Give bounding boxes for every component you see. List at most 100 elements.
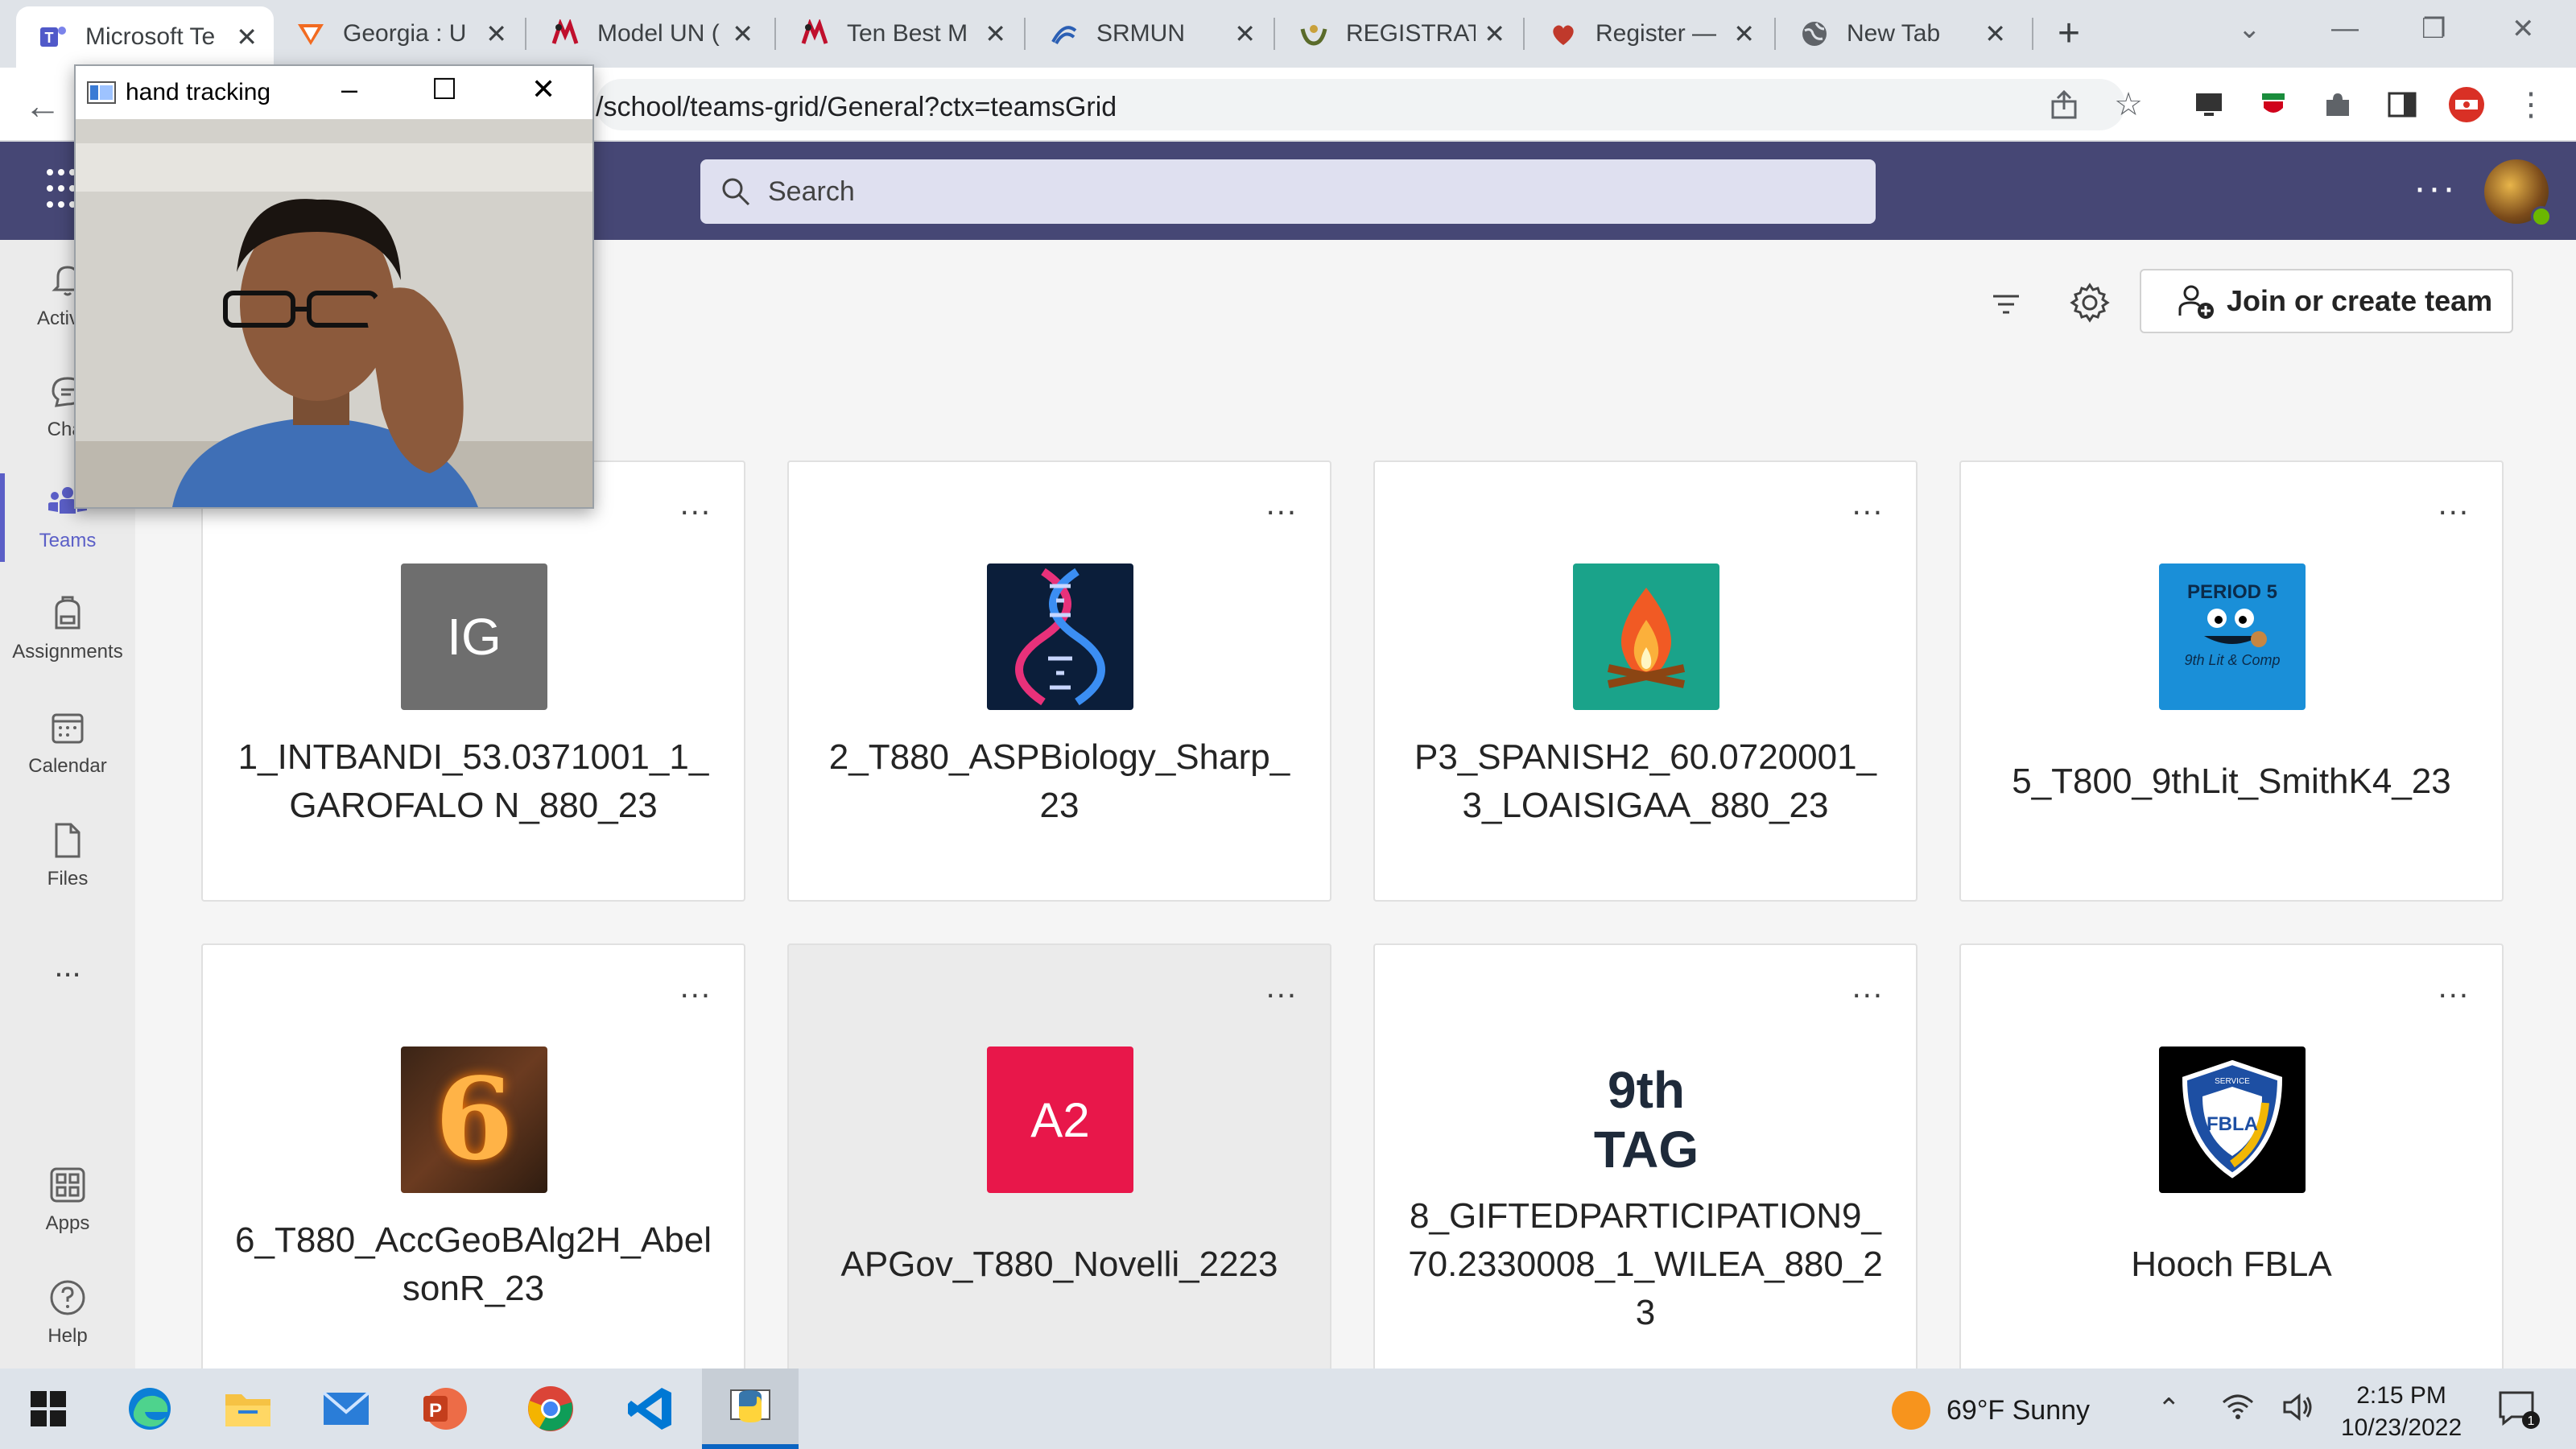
tab-separator bbox=[1774, 18, 1776, 50]
share-icon[interactable] bbox=[2045, 85, 2083, 124]
file-icon bbox=[55, 823, 80, 858]
search-input[interactable]: Search bbox=[700, 159, 1876, 224]
file-explorer-icon[interactable] bbox=[222, 1383, 274, 1435]
rail-item-assignments[interactable]: Assignments bbox=[0, 592, 135, 663]
tab-search-chevron-icon[interactable]: ⌄ bbox=[2238, 13, 2261, 45]
url-text: /school/teams-grid/General?ctx=teamsGrid bbox=[596, 92, 1117, 122]
rail-label: Apps bbox=[45, 1212, 90, 1234]
new-tab-button[interactable]: + bbox=[2058, 14, 2080, 53]
puzzle-extensions-icon[interactable] bbox=[2318, 85, 2357, 124]
close-icon[interactable]: ✕ bbox=[1484, 19, 1505, 49]
weather-widget[interactable]: 69°F Sunny bbox=[1892, 1391, 2090, 1430]
gear-icon[interactable] bbox=[2067, 280, 2112, 325]
close-icon[interactable]: ✕ bbox=[985, 19, 1006, 49]
team-name: 6_T880_AccGeoBAlg2H_AbelsonR_23 bbox=[235, 1220, 712, 1308]
rail-item-files[interactable]: Files bbox=[0, 819, 135, 890]
more-options-icon[interactable]: ... bbox=[2438, 969, 2470, 1005]
srmun-favicon bbox=[1050, 19, 1079, 48]
team-logo-initials: IG bbox=[447, 608, 502, 666]
team-card[interactable]: ... FBLA SERVICE Hooch FBLA bbox=[1959, 943, 2504, 1385]
settings-more-icon[interactable]: ··· bbox=[2413, 166, 2457, 210]
browser-menu-icon[interactable]: ⋮ bbox=[2512, 85, 2550, 124]
powerpoint-icon[interactable]: P bbox=[419, 1383, 470, 1435]
close-button[interactable]: ✕ bbox=[531, 72, 555, 106]
tab-label: Microsoft Te bbox=[85, 23, 216, 50]
python-app-icon[interactable] bbox=[702, 1368, 799, 1449]
team-card[interactable]: ... 9th TAG 8_GIFTEDPARTICIPATION9_70.23… bbox=[1373, 943, 1918, 1385]
restore-window-button[interactable]: ❐ bbox=[2421, 13, 2446, 45]
team-card[interactable]: ... IG 1_INTBANDI_53.0371001_1_GAROFALO … bbox=[201, 460, 745, 902]
team-name: 8_GIFTEDPARTICIPATION9_70.2330008_1_WILE… bbox=[1408, 1196, 1883, 1332]
profile-avatar-icon[interactable] bbox=[2447, 85, 2486, 124]
wifi-icon[interactable] bbox=[2222, 1393, 2254, 1429]
back-arrow-icon[interactable]: ← bbox=[24, 84, 61, 127]
more-options-icon[interactable]: ... bbox=[1266, 969, 1298, 1005]
tab-new-tab[interactable]: New Tab ✕ bbox=[1777, 8, 2022, 60]
join-or-create-team-button[interactable]: Join or create team bbox=[2140, 269, 2513, 333]
system-clock[interactable]: 2:15 PM 10/23/2022 bbox=[2341, 1380, 2462, 1444]
hand-tracking-window[interactable]: hand tracking – ☐ ✕ bbox=[74, 64, 594, 509]
tab-register[interactable]: Register — ✕ bbox=[1526, 8, 1771, 60]
screen-extension-icon[interactable] bbox=[2190, 85, 2228, 124]
vscode-icon[interactable] bbox=[625, 1383, 676, 1435]
tab-registration[interactable]: REGISTRAT ✕ bbox=[1277, 8, 1521, 60]
team-card[interactable]: ... PERIOD 5 9th Lit & Comp 5_T800_9thLi… bbox=[1959, 460, 2504, 902]
window-titlebar[interactable]: hand tracking bbox=[76, 66, 592, 119]
volume-icon[interactable] bbox=[2281, 1393, 2314, 1429]
globe-icon bbox=[1800, 19, 1829, 48]
fbla-service-text: SERVICE bbox=[2215, 1077, 2250, 1086]
tab-microsoft-teams[interactable]: T Microsoft Te ✕ bbox=[16, 6, 274, 68]
more-options-icon[interactable]: ... bbox=[2438, 486, 2470, 522]
close-icon[interactable]: ✕ bbox=[1733, 19, 1755, 49]
team-name: 1_INTBANDI_53.0371001_1_GAROFALO N_880_2… bbox=[237, 737, 709, 825]
fbla-text: FBLA bbox=[2207, 1113, 2258, 1135]
edge-icon[interactable] bbox=[124, 1383, 175, 1435]
team-logo: 6 bbox=[401, 1046, 547, 1193]
rail-item-calendar[interactable]: Calendar bbox=[0, 707, 135, 778]
close-icon[interactable]: ✕ bbox=[485, 19, 507, 49]
notification-count: 1 bbox=[2528, 1414, 2535, 1428]
minimize-window-button[interactable]: — bbox=[2331, 13, 2359, 44]
team-logo-text: 9th bbox=[1608, 1061, 1685, 1119]
tab-georgia[interactable]: Georgia : U ✕ bbox=[274, 8, 523, 60]
mail-icon[interactable] bbox=[320, 1383, 372, 1435]
registration-favicon bbox=[1299, 19, 1328, 48]
bookmark-star-icon[interactable]: ☆ bbox=[2109, 85, 2148, 124]
address-bar[interactable]: /school/teams-grid/General?ctx=teamsGrid bbox=[596, 79, 2125, 130]
more-apps-icon[interactable]: ... bbox=[0, 948, 135, 985]
search-icon bbox=[722, 178, 750, 206]
filter-icon[interactable] bbox=[1988, 287, 2024, 322]
close-icon[interactable]: ✕ bbox=[1984, 19, 2006, 49]
tab-srmun[interactable]: SRMUN ✕ bbox=[1027, 8, 1272, 60]
side-panel-icon[interactable] bbox=[2383, 85, 2421, 124]
notification-center-icon[interactable]: 1 bbox=[2496, 1386, 2541, 1439]
close-window-button[interactable]: ✕ bbox=[2512, 13, 2535, 45]
close-icon[interactable]: ✕ bbox=[236, 22, 258, 52]
more-options-icon[interactable]: ... bbox=[1852, 486, 1884, 522]
more-options-icon[interactable]: ... bbox=[1852, 969, 1884, 1005]
close-icon[interactable]: ✕ bbox=[1234, 19, 1256, 49]
minimize-button[interactable]: – bbox=[341, 72, 357, 106]
chevron-up-icon[interactable]: ⌃ bbox=[2157, 1393, 2181, 1425]
app-launcher-icon[interactable] bbox=[47, 169, 76, 213]
shield-extension-icon[interactable] bbox=[2254, 85, 2293, 124]
tab-label: Register — bbox=[1596, 20, 1717, 47]
team-card[interactable]: ... 2_T880_ASPBiology_Sharp_23 bbox=[787, 460, 1331, 902]
svg-text:T: T bbox=[45, 30, 54, 46]
team-card[interactable]: ... A2 APGov_T880_Novelli_2223 bbox=[787, 943, 1331, 1385]
more-options-icon[interactable]: ... bbox=[1266, 486, 1298, 522]
rail-item-help[interactable]: Help bbox=[0, 1277, 135, 1348]
more-options-icon[interactable]: ... bbox=[680, 969, 712, 1005]
chrome-icon[interactable] bbox=[525, 1383, 576, 1435]
georgia-favicon bbox=[296, 19, 325, 48]
windows-start-icon[interactable] bbox=[23, 1383, 74, 1435]
team-card[interactable]: ... 6 6_T880_AccGeoBAlg2H_AbelsonR_23 bbox=[201, 943, 745, 1385]
more-options-icon[interactable]: ... bbox=[680, 486, 712, 522]
tab-ten-best[interactable]: Ten Best M ✕ bbox=[778, 8, 1022, 60]
close-icon[interactable]: ✕ bbox=[732, 19, 753, 49]
team-card[interactable]: ... P3_SPANISH2_60.0720001_3_LOAISIGAA_8… bbox=[1373, 460, 1918, 902]
maximize-button[interactable]: ☐ bbox=[431, 72, 457, 106]
avatar[interactable] bbox=[2484, 159, 2552, 227]
rail-item-apps[interactable]: Apps bbox=[0, 1164, 135, 1235]
tab-model-un[interactable]: Model UN ( ✕ bbox=[528, 8, 770, 60]
